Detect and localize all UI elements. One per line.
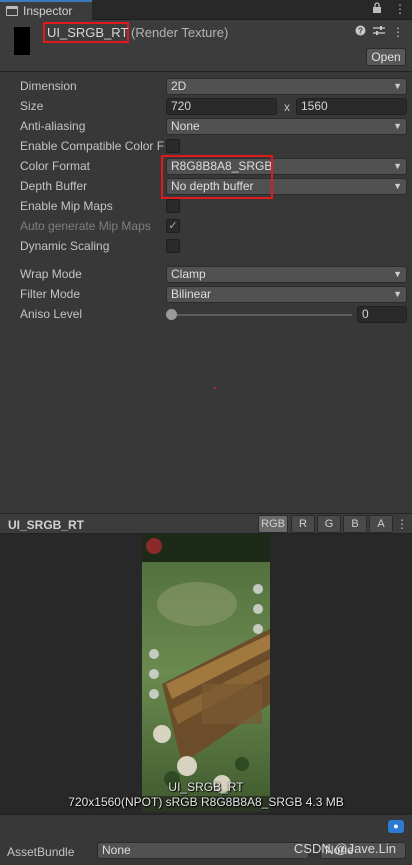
highlight-box-format bbox=[161, 155, 273, 199]
kebab-menu-icon[interactable]: ⋮ bbox=[394, 2, 406, 16]
dimension-dropdown[interactable]: 2D ▼ bbox=[166, 78, 407, 95]
row-aniso-level: Aniso Level 0 bbox=[0, 304, 412, 324]
row-enable-compatible-color-format: Enable Compatible Color F bbox=[0, 136, 412, 156]
lock-icon[interactable] bbox=[372, 2, 382, 16]
size-label: Size bbox=[20, 99, 44, 113]
footer-divider bbox=[0, 814, 412, 815]
watermark: CSDN @Jave.Lin bbox=[293, 841, 396, 856]
row-auto-generate-mip-maps: Auto generate Mip Maps ✓ bbox=[0, 216, 412, 236]
tag-icon[interactable]: ● bbox=[388, 820, 404, 833]
filter-mode-value: Bilinear bbox=[171, 287, 212, 301]
chevron-down-icon: ▼ bbox=[393, 181, 402, 191]
help-icon[interactable]: ? bbox=[355, 25, 366, 39]
aniso-level-label: Aniso Level bbox=[20, 307, 83, 321]
channel-a-button[interactable]: A bbox=[369, 515, 393, 533]
anti-aliasing-value: None bbox=[171, 119, 200, 133]
channel-rgb-button[interactable]: RGB bbox=[258, 515, 288, 533]
preview-caption-info: 720x1560(NPOT) sRGB R8G8B8A8_SRGB 4.3 MB bbox=[68, 795, 344, 809]
enable-compatible-color-format-label: Enable Compatible Color F bbox=[20, 139, 165, 153]
preview-title: UI_SRGB_RT bbox=[8, 518, 85, 532]
asset-thumbnail bbox=[14, 27, 30, 55]
open-button[interactable]: Open bbox=[366, 48, 406, 66]
size-width-field[interactable]: 720 bbox=[166, 98, 277, 115]
filter-mode-dropdown[interactable]: Bilinear ▼ bbox=[166, 286, 407, 303]
chevron-down-icon: ▼ bbox=[393, 121, 402, 131]
chevron-down-icon: ▼ bbox=[393, 81, 402, 91]
aniso-level-slider-track[interactable] bbox=[172, 314, 352, 316]
dynamic-scaling-label: Dynamic Scaling bbox=[20, 239, 110, 253]
row-dynamic-scaling: Dynamic Scaling bbox=[0, 236, 412, 256]
row-wrap-mode: Wrap Mode Clamp ▼ bbox=[0, 264, 412, 284]
texture-preview: UI_SRGB_RT 720x1560(NPOT) sRGB R8G8B8A8_… bbox=[0, 534, 412, 814]
presets-icon[interactable] bbox=[373, 25, 385, 39]
row-size: Size 720 x 1560 bbox=[0, 96, 412, 116]
inspector-icon bbox=[6, 6, 18, 16]
window-tab-bar: Inspector ⋮ bbox=[0, 0, 412, 20]
auto-generate-mip-maps-checkbox: ✓ bbox=[166, 219, 180, 233]
channel-b-button[interactable]: B bbox=[343, 515, 367, 533]
size-separator: x bbox=[284, 100, 290, 114]
color-format-label: Color Format bbox=[20, 159, 91, 173]
depth-buffer-label: Depth Buffer bbox=[20, 179, 88, 193]
channel-g-button[interactable]: G bbox=[317, 515, 341, 533]
auto-generate-mip-maps-label: Auto generate Mip Maps bbox=[20, 219, 151, 233]
asset-header: UI_SRGB_RT (Render Texture) ? ⋮ Open bbox=[0, 20, 412, 72]
size-height-field[interactable]: 1560 bbox=[296, 98, 407, 115]
asset-bundle-dropdown[interactable]: None bbox=[97, 842, 309, 859]
dimension-value: 2D bbox=[171, 79, 187, 93]
row-enable-mip-maps: Enable Mip Maps bbox=[0, 196, 412, 216]
svg-text:?: ? bbox=[358, 27, 363, 36]
chevron-down-icon: ▼ bbox=[393, 289, 402, 299]
chevron-down-icon: ▼ bbox=[393, 161, 402, 171]
stray-pixel bbox=[214, 387, 216, 389]
tab-inspector-label: Inspector bbox=[23, 4, 73, 18]
wrap-mode-value: Clamp bbox=[171, 267, 206, 281]
asset-name: UI_SRGB_RT bbox=[47, 25, 129, 40]
kebab-menu-icon[interactable]: ⋮ bbox=[392, 25, 404, 39]
row-anti-aliasing: Anti-aliasing None ▼ bbox=[0, 116, 412, 136]
enable-compatible-color-format-checkbox[interactable] bbox=[166, 139, 180, 153]
asset-type: (Render Texture) bbox=[131, 25, 229, 40]
chevron-down-icon: ▼ bbox=[393, 269, 402, 279]
dimension-label: Dimension bbox=[20, 79, 77, 93]
filter-mode-label: Filter Mode bbox=[20, 287, 81, 301]
channel-r-button[interactable]: R bbox=[291, 515, 315, 533]
dynamic-scaling-checkbox[interactable] bbox=[166, 239, 180, 253]
wrap-mode-label: Wrap Mode bbox=[20, 267, 82, 281]
game-screenshot-image bbox=[142, 534, 270, 812]
kebab-menu-icon[interactable]: ⋮ bbox=[396, 517, 408, 531]
tab-inspector[interactable]: Inspector bbox=[0, 0, 92, 20]
enable-mip-maps-checkbox[interactable] bbox=[166, 199, 180, 213]
row-dimension: Dimension 2D ▼ bbox=[0, 76, 412, 96]
enable-mip-maps-label: Enable Mip Maps bbox=[20, 199, 113, 213]
preview-toolbar: UI_SRGB_RT RGB R G B A ⋮ bbox=[0, 513, 412, 534]
anti-aliasing-label: Anti-aliasing bbox=[20, 119, 86, 133]
aniso-level-field[interactable]: 0 bbox=[357, 306, 407, 323]
asset-bundle-label: AssetBundle bbox=[7, 845, 75, 859]
row-filter-mode: Filter Mode Bilinear ▼ bbox=[0, 284, 412, 304]
preview-caption-name: UI_SRGB_RT bbox=[168, 780, 244, 794]
wrap-mode-dropdown[interactable]: Clamp ▼ bbox=[166, 266, 407, 283]
aniso-level-slider-handle[interactable] bbox=[166, 309, 177, 320]
anti-aliasing-dropdown[interactable]: None ▼ bbox=[166, 118, 407, 135]
